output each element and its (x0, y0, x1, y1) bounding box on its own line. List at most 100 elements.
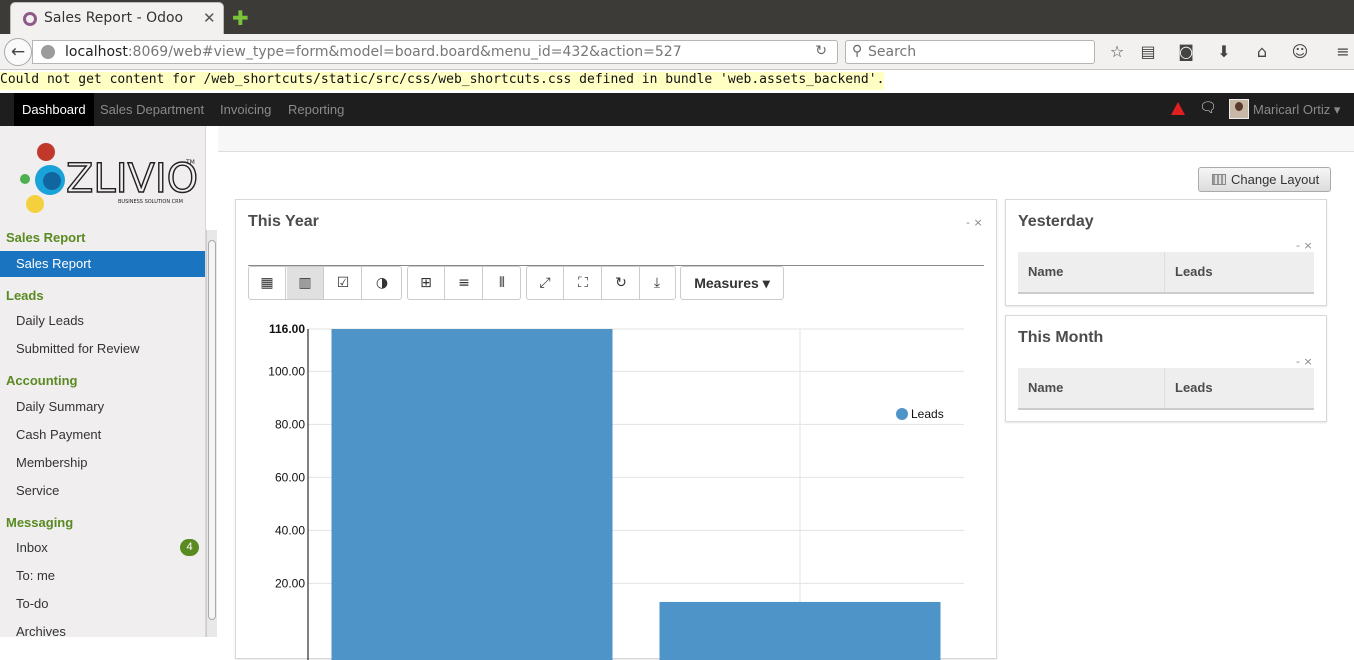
column-header-name[interactable]: Name (1018, 252, 1063, 292)
odoo-top-menu: Dashboard Sales Department Invoicing Rep… (0, 93, 1354, 126)
panel-fold-close-controls[interactable]: - × (966, 216, 983, 229)
expand-icon[interactable]: ⤢ (527, 267, 564, 299)
section-messaging: Messaging (6, 515, 74, 530)
panel-this-month: This Month - × Name Leads (1005, 315, 1327, 422)
sidebar-item-membership[interactable]: Membership (0, 450, 205, 476)
chat-icon[interactable]: 🗨 (1199, 100, 1217, 116)
measures-dropdown[interactable]: Measures ▾ (680, 266, 784, 300)
grid-icon[interactable]: ⊞ (408, 267, 445, 299)
bookmark-star-icon[interactable]: ☆ (1107, 42, 1127, 61)
sidebar-scroll-thumb[interactable] (208, 240, 216, 620)
svg-text:ZLIVIO: ZLIVIO (66, 156, 198, 202)
checkbox-icon[interactable]: ☑ (325, 267, 362, 299)
inbox-count-badge: 4 (180, 539, 199, 556)
sidebar-scrollbar[interactable] (206, 230, 217, 637)
sidebar-item-cash-payment[interactable]: Cash Payment (0, 422, 205, 448)
close-tab-icon[interactable]: ✕ (203, 9, 216, 27)
section-accounting: Accounting (6, 373, 78, 388)
chat-bubble-icon[interactable]: ☺ (1290, 42, 1310, 61)
layout-columns-icon (1212, 174, 1226, 185)
search-input[interactable] (868, 43, 1088, 61)
alert-warning-icon[interactable] (1171, 102, 1185, 115)
refresh-icon[interactable]: ↻ (603, 267, 640, 299)
column-header-leads[interactable]: Leads (1164, 368, 1213, 408)
column-header-leads[interactable]: Leads (1164, 252, 1213, 292)
globe-icon (41, 45, 55, 59)
url-bar[interactable]: localhost:8069/web#view_type=form&model=… (32, 40, 838, 64)
column-header-name[interactable]: Name (1018, 368, 1063, 408)
reading-list-icon[interactable]: ▤ (1138, 42, 1158, 61)
sidebar-item-submitted-for-review[interactable]: Submitted for Review (0, 336, 205, 362)
section-leads: Leads (6, 288, 44, 303)
reload-icon[interactable]: ↻ (815, 43, 827, 59)
section-sales-report: Sales Report (6, 230, 86, 245)
avatar[interactable] (1229, 99, 1249, 119)
change-layout-button[interactable]: Change Layout (1198, 167, 1331, 192)
browser-tab-bar: Sales Report - Odoo ✕ ✚ (0, 0, 1354, 34)
sidebar-item-label: Inbox (16, 540, 48, 555)
home-icon[interactable]: ⌂ (1252, 42, 1272, 61)
change-layout-label: Change Layout (1231, 172, 1320, 187)
asset-error-message: Could not get content for /web_shortcuts… (0, 72, 885, 90)
download-icon[interactable]: ⬇ (1214, 42, 1234, 61)
bar-leads[interactable] (659, 601, 941, 660)
dashboard-area: Change Layout This Year - × ▦ ▥ ☑ ◑ ⊞ ≡ … (218, 126, 1354, 660)
y-tick-label: 60.00 (275, 470, 305, 484)
fullscreen-icon[interactable]: ⛶ (565, 267, 602, 299)
new-tab-icon[interactable]: ✚ (232, 6, 249, 30)
legend-swatch[interactable] (896, 408, 908, 420)
y-tick-label: 100.00 (268, 364, 305, 378)
menu-sales-department[interactable]: Sales Department (92, 93, 212, 126)
dashboard-header-band (218, 126, 1354, 152)
sidebar-item-service[interactable]: Service (0, 478, 205, 504)
columns-icon[interactable]: ⦀ (484, 267, 520, 299)
sidebar-item-archives[interactable]: Archives (0, 619, 205, 645)
graph-mode-group: ▦ ▥ ☑ ◑ (248, 266, 402, 300)
browser-search-box[interactable]: ⚲ (845, 40, 1095, 64)
panel-fold-close-controls[interactable]: - × (1296, 239, 1313, 252)
menu-invoicing[interactable]: Invoicing (212, 93, 279, 126)
bar-leads[interactable] (331, 329, 613, 660)
yesterday-table-header: Name Leads (1018, 252, 1314, 294)
graph-layout-group: ⊞ ≡ ⦀ (407, 266, 521, 300)
svg-text:TM: TM (185, 159, 195, 166)
sidebar-item-to-me[interactable]: To: me (0, 563, 205, 589)
this-month-table-header: Name Leads (1018, 368, 1314, 410)
rows-icon[interactable]: ≡ (446, 267, 483, 299)
panel-title: Yesterday (1018, 213, 1094, 230)
y-tick-label: 20.00 (275, 576, 305, 590)
legend-label[interactable]: Leads (911, 407, 944, 421)
pocket-icon[interactable]: ◙ (1176, 42, 1196, 61)
y-tick-label: 40.00 (275, 523, 305, 537)
panel-this-year: This Year - × ▦ ▥ ☑ ◑ ⊞ ≡ ⦀ ⤢ ⛶ ↻ ⤓ Meas… (235, 199, 997, 660)
svg-text:BUSINESS SOLUTION CRM: BUSINESS SOLUTION CRM (118, 199, 183, 205)
url-text[interactable]: localhost:8069/web#view_type=form&model=… (65, 44, 682, 60)
back-arrow-icon[interactable]: ← (4, 38, 32, 66)
user-menu[interactable]: Maricarl Ortiz ▾ (1253, 93, 1340, 126)
y-tick-label: 116.00 (269, 322, 305, 336)
sidebar-item-to-do[interactable]: To-do (0, 591, 205, 617)
sidebar-item-inbox[interactable]: Inbox 4 (0, 535, 205, 561)
panel-title: This Month (1018, 329, 1104, 346)
download-icon[interactable]: ⤓ (639, 267, 675, 299)
hamburger-menu-icon[interactable]: ≡ (1333, 42, 1353, 61)
search-icon: ⚲ (852, 43, 863, 59)
sidebar-item-sales-report[interactable]: Sales Report (0, 251, 205, 277)
bar-chart-icon[interactable]: ▥ (287, 267, 324, 299)
browser-tab[interactable]: Sales Report - Odoo ✕ (10, 2, 224, 34)
zlivio-logo: ZLIVIO TM BUSINESS SOLUTION CRM (20, 143, 199, 213)
menu-reporting[interactable]: Reporting (280, 93, 352, 126)
pivot-icon[interactable]: ▦ (249, 267, 286, 299)
panel-title: This Year (248, 213, 319, 230)
browser-nav-bar: localhost:8069/web#view_type=form&model=… (0, 34, 1354, 70)
graph-actions-group: ⤢ ⛶ ↻ ⤓ (526, 266, 676, 300)
menu-dashboard[interactable]: Dashboard (14, 93, 94, 126)
panel-fold-close-controls[interactable]: - × (1296, 355, 1313, 368)
sidebar-item-daily-leads[interactable]: Daily Leads (0, 308, 205, 334)
y-tick-label: 80.00 (275, 417, 305, 431)
sidebar-item-daily-summary[interactable]: Daily Summary (0, 394, 205, 420)
odoo-favicon-icon (23, 12, 37, 26)
tab-title: Sales Report - Odoo (44, 10, 184, 26)
pie-chart-icon[interactable]: ◑ (363, 267, 401, 299)
panel-yesterday: Yesterday - × Name Leads (1005, 199, 1327, 306)
